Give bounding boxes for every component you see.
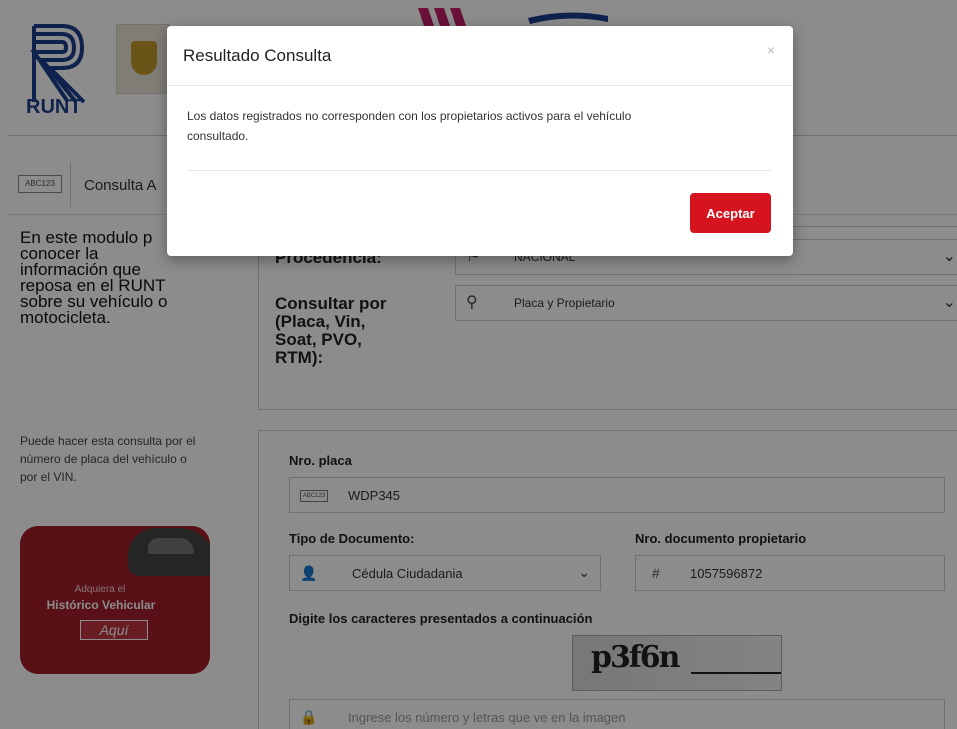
result-modal: Resultado Consulta × Los datos registrad… xyxy=(167,26,793,256)
divider xyxy=(167,85,793,86)
modal-message-line: consultado. xyxy=(187,129,249,143)
divider xyxy=(187,170,771,171)
close-icon[interactable]: × xyxy=(767,42,775,58)
page: RUNT ABC123 Consulta A En este modulo p … xyxy=(0,0,957,729)
modal-message: Los datos registrados no corresponden co… xyxy=(187,106,767,146)
modal-title: Resultado Consulta xyxy=(183,46,332,65)
modal-message-line: Los datos registrados no corresponden co… xyxy=(187,109,632,123)
accept-button[interactable]: Aceptar xyxy=(690,193,771,233)
